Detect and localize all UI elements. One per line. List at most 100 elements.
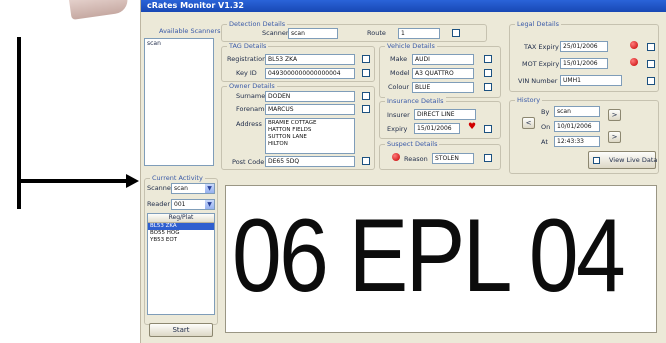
route-checkbox[interactable] (452, 29, 460, 37)
owner-details-group: Owner Details Surname DODEN Forename MAR… (221, 82, 375, 170)
history-on-label: On (541, 123, 551, 131)
mot-expiry-field[interactable]: 15/01/2006 (560, 58, 608, 69)
list-item[interactable]: YB53 EOT (148, 237, 214, 244)
owner-details-title: Owner Details (227, 82, 277, 90)
model-label: Model (390, 69, 410, 77)
history-by-field[interactable]: scan (554, 106, 600, 117)
vehicle-details-title: Vehicle Details (385, 42, 437, 50)
postcode-field[interactable]: DE65 5DQ (265, 156, 355, 167)
tax-expiry-label: TAX Expiry (524, 43, 559, 51)
history-by-label: By (541, 108, 550, 116)
colour-field[interactable]: BLUE (412, 82, 474, 93)
forename-field[interactable]: MARCUS (265, 104, 355, 115)
suspect-details-group: Suspect Details Reason STOLEN (379, 140, 501, 170)
mot-expiry-label: MOT Expiry (522, 60, 560, 68)
postcode-checkbox[interactable] (362, 157, 370, 165)
insurer-label: Insurer (387, 111, 410, 119)
tax-alert-dot-icon (630, 41, 638, 49)
history-prev-button[interactable]: < (522, 117, 535, 129)
colour-label: Colour (388, 83, 410, 91)
callout-line-horizontal (17, 179, 129, 183)
insurer-field[interactable]: DIRECT LINE (414, 109, 476, 120)
suspect-details-title: Suspect Details (385, 140, 440, 148)
history-at-field[interactable]: 12:43:33 (554, 136, 600, 147)
tax-expiry-checkbox[interactable] (647, 43, 655, 51)
tag-details-title: TAG Details (227, 42, 269, 50)
activity-scanner-select[interactable]: scan ▼ (171, 183, 215, 194)
view-live-data-button[interactable]: View Live Data (588, 151, 657, 169)
reason-field[interactable]: STOLEN (432, 153, 474, 164)
registration-field[interactable]: BL53 ZKA (265, 54, 355, 65)
history-at-label: At (541, 138, 548, 146)
detection-details-title: Detection Details (227, 20, 288, 28)
history-on-field[interactable]: 10/01/2006 (554, 121, 600, 132)
address-line: SUTTON LANE (268, 134, 307, 140)
view-live-checkbox[interactable] (593, 157, 600, 164)
history-next-alt-button[interactable]: > (608, 131, 621, 143)
registration-checkbox[interactable] (362, 55, 370, 63)
reason-checkbox[interactable] (484, 154, 492, 162)
address-line: HILTON (268, 141, 288, 147)
legal-details-group: Legal Details TAX Expiry 25/01/2006 MOT … (509, 20, 659, 92)
tax-expiry-field[interactable]: 25/01/2006 (560, 41, 608, 52)
tag-details-group: TAG Details Registration BL53 ZKA Key ID… (221, 42, 375, 82)
reg-plate-list[interactable]: Reg/Plat BL53 ZKA BO55 HOG YB53 EOT (147, 213, 215, 315)
reg-plate-header[interactable]: Reg/Plat (148, 214, 214, 223)
model-checkbox[interactable] (484, 69, 492, 77)
chevron-down-icon[interactable]: ▼ (205, 200, 214, 209)
address-field[interactable]: BRAMIE COTTAGE HATTON FIELDS SUTTON LANE… (265, 118, 355, 154)
available-scanners-heading: Available Scanners (159, 27, 221, 35)
insurance-expiry-field[interactable]: 15/01/2006 (414, 123, 460, 134)
plate-text: 06 EPL 04 (232, 198, 626, 314)
current-activity-group: Current Activity Scanner scan ▼ Reader 0… (144, 174, 218, 325)
chevron-down-icon[interactable]: ▼ (205, 184, 214, 193)
history-group: History < By scan On 10/01/2006 At 12:43… (509, 96, 659, 174)
activity-reader-value: 001 (174, 201, 186, 208)
surname-checkbox[interactable] (362, 92, 370, 100)
activity-scanner-label: Scanner (147, 184, 174, 192)
make-field[interactable]: AUDI (412, 54, 474, 65)
mot-expiry-checkbox[interactable] (647, 60, 655, 68)
colour-checkbox[interactable] (484, 83, 492, 91)
activity-reader-label: Reader (147, 200, 171, 208)
key-id-field[interactable]: 0493000000000000004 (265, 68, 355, 79)
registration-label: Registration (227, 55, 267, 63)
scanner-label: Scanner (262, 29, 289, 37)
address-line: HATTON FIELDS (268, 127, 312, 133)
activity-reader-select[interactable]: 001 ▼ (171, 199, 215, 210)
address-label: Address (236, 120, 262, 128)
route-label: Route (367, 29, 386, 37)
vin-number-label: VIN Number (518, 77, 558, 85)
surname-field[interactable]: DODEN (265, 91, 355, 102)
callout-line-vertical (17, 37, 21, 209)
list-item[interactable]: BO55 HOG (148, 230, 214, 237)
key-id-checkbox[interactable] (362, 69, 370, 77)
plate-image: 06 EPL 04 (225, 185, 657, 333)
list-item[interactable]: BL53 ZKA (148, 223, 214, 230)
detection-scanner-field[interactable]: scan (288, 28, 338, 39)
make-label: Make (390, 55, 408, 63)
start-button[interactable]: Start (149, 323, 213, 337)
app-window: cRates Monitor V1.32 Available Scanners … (140, 0, 666, 343)
current-activity-title: Current Activity (150, 174, 205, 182)
history-title: History (515, 96, 543, 104)
list-item[interactable]: scan (145, 39, 213, 48)
history-next-button[interactable]: > (608, 109, 621, 121)
detection-route-field[interactable]: 1 (398, 28, 440, 39)
callout-arrow-icon (126, 174, 139, 188)
available-scanners-list[interactable]: scan (144, 38, 214, 166)
address-line: BRAMIE COTTAGE (268, 120, 317, 126)
reason-label: Reason (404, 155, 428, 163)
make-checkbox[interactable] (484, 55, 492, 63)
alert-dot-icon (392, 153, 400, 161)
vin-number-checkbox[interactable] (647, 77, 655, 85)
model-field[interactable]: A3 QUATTRO (412, 68, 474, 79)
forename-checkbox[interactable] (362, 105, 370, 113)
activity-scanner-value: scan (174, 185, 188, 192)
insurance-expiry-checkbox[interactable] (484, 125, 492, 133)
forename-label: Forename (236, 105, 269, 113)
key-id-label: Key ID (236, 69, 257, 77)
vin-number-field[interactable]: UMH1 (560, 75, 622, 86)
vehicle-details-group: Vehicle Details Make AUDI Model A3 QUATT… (379, 42, 501, 98)
legal-details-title: Legal Details (515, 20, 562, 28)
